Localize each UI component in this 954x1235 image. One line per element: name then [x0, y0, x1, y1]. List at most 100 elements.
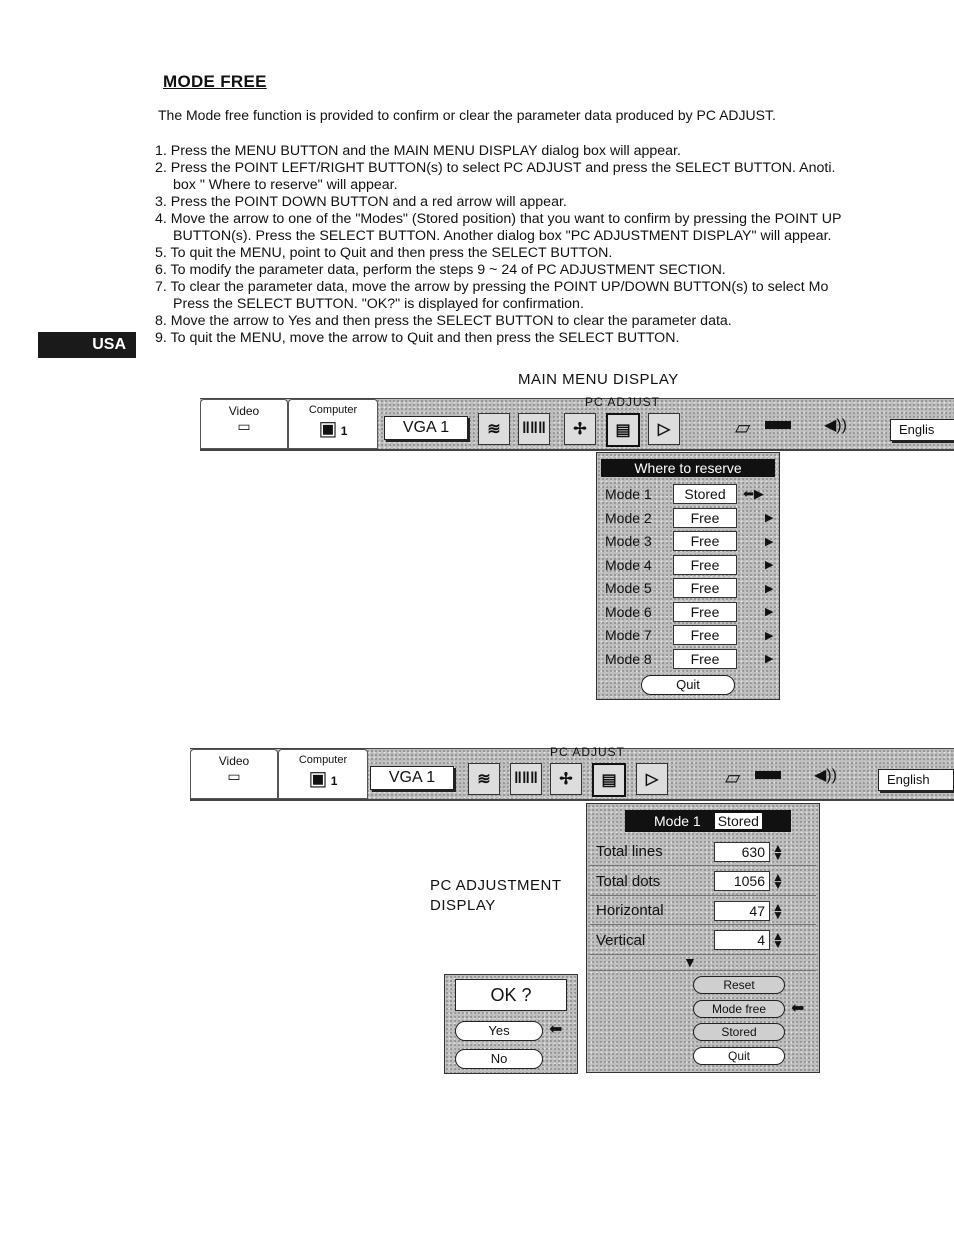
mode-label: Mode 1 — [605, 486, 652, 502]
param-row[interactable]: Vertical 4 ▲ ▼ — [590, 927, 816, 955]
step-item: 6. To modify the parameter data, perform… — [155, 262, 726, 278]
screen-icon[interactable]: ▱ — [725, 765, 740, 790]
source-display[interactable]: VGA 1 — [384, 416, 468, 440]
step-item-continuation: BUTTON(s). Press the SELECT BUTTON. Anot… — [173, 228, 832, 244]
chevron-right-icon: ▶ — [765, 582, 774, 595]
tab-computer[interactable]: Computer ▣ 1 — [288, 399, 378, 449]
mode-row[interactable]: Mode 5 Free ▶ — [601, 577, 775, 599]
pc-adjustment-caption: PC ADJUSTMENT DISPLAY — [430, 876, 562, 916]
main-menu-caption: MAIN MENU DISPLAY — [518, 371, 679, 388]
mode-row[interactable]: Mode 6 Free ▶ — [601, 601, 775, 623]
mode-row[interactable]: Mode 7 Free ▶ — [601, 624, 775, 646]
chevron-right-icon: ▶ — [765, 606, 774, 618]
tab-video[interactable]: Video ▭ — [200, 399, 288, 449]
mode-label: Mode 7 — [605, 627, 652, 643]
keystone-icon[interactable]: ▷ — [648, 413, 680, 445]
mode-value: Free — [673, 648, 737, 669]
yes-button[interactable]: Yes — [455, 1021, 543, 1041]
position-icon[interactable]: ✢ — [550, 763, 582, 795]
quit-button[interactable]: Quit — [641, 675, 735, 695]
step-item: 5. To quit the MENU, point to Quit and t… — [155, 245, 613, 261]
selection-arrow-icon: ⬅ — [791, 999, 805, 1017]
language-display[interactable]: English — [878, 769, 954, 791]
scroll-down-icon[interactable]: ▼ — [683, 954, 697, 970]
param-row[interactable]: Horizontal 47 ▲ ▼ — [590, 897, 816, 925]
pc-adjustment-panel: Mode 1 Stored Total lines 630 ▲ ▼ Total dots… — [586, 803, 820, 1073]
quit-button[interactable]: Quit — [693, 1046, 785, 1065]
bars-icon[interactable]: ‖‖‖ — [518, 413, 550, 445]
speaker-icon[interactable]: ◀)) — [824, 415, 847, 435]
video-deck-icon: ▭ — [227, 768, 241, 784]
reset-button[interactable]: Reset — [693, 976, 785, 994]
tab-video-label: Video — [228, 404, 260, 418]
param-value: 4 — [714, 930, 770, 950]
param-row[interactable]: Total lines 630 ▲ ▼ — [590, 838, 816, 866]
mode-free-button[interactable]: Mode free — [693, 999, 785, 1018]
video-deck-icon: ▭ — [237, 418, 251, 434]
mode-header: Mode 1 Stored — [625, 810, 791, 832]
caption-line-2: DISPLAY — [430, 897, 496, 914]
section-title: MODE FREE — [163, 72, 267, 91]
param-value: 630 — [714, 841, 770, 862]
speaker-icon[interactable]: ◀)) — [814, 765, 837, 785]
mode-label: Mode 2 — [605, 509, 652, 526]
tab-computer[interactable]: Computer ▣ 1 — [278, 749, 368, 799]
param-value: 47 — [714, 900, 770, 921]
mode-label: Mode 3 — [605, 533, 652, 549]
chevron-right-icon: ▶ — [765, 559, 774, 571]
param-label: Vertical — [596, 931, 646, 949]
projector-icon[interactable] — [765, 421, 791, 429]
pc-adjust-icon[interactable]: ▤ — [606, 413, 640, 447]
mode-value: Free — [673, 625, 737, 645]
mode-value: Free — [673, 554, 737, 575]
wave-icon[interactable]: ≋ — [478, 413, 510, 445]
up-down-arrow-icon[interactable]: ▲ ▼ — [772, 901, 784, 921]
step-item: 2. Press the POINT LEFT/RIGHT BUTTON(s) … — [155, 160, 836, 176]
usa-label: USA — [92, 336, 126, 353]
mode-label: Mode 4 — [605, 556, 652, 573]
up-down-arrow-icon[interactable]: ▲ ▼ — [772, 871, 784, 891]
pc-adjust-menu-bar: Video ▭ Computer ▣ 1 PC ADJUST VGA 1 ≋ ‖… — [190, 745, 954, 801]
projector-icon[interactable] — [755, 771, 781, 779]
mode-row[interactable]: Mode 3 Free ▶ — [601, 530, 775, 552]
screen-icon[interactable]: ▱ — [735, 415, 750, 440]
chevron-right-icon: ▶ — [765, 653, 774, 665]
mode-label: Mode 5 — [605, 580, 652, 596]
pc-adjust-group-label: PC ADJUST — [550, 745, 626, 759]
mode-value: Stored — [673, 484, 737, 504]
wave-icon[interactable]: ≋ — [468, 763, 500, 795]
up-down-arrow-icon[interactable]: ▲ ▼ — [772, 930, 784, 950]
tab-computer-label: Computer — [298, 754, 348, 766]
mode-row[interactable]: Mode 4 Free ▶ — [601, 554, 775, 576]
mode-value: Free — [673, 531, 737, 551]
up-down-arrow-icon[interactable]: ▲ ▼ — [772, 842, 784, 862]
caption-line-1: PC ADJUSTMENT — [430, 877, 562, 894]
tab-video[interactable]: Video ▭ — [190, 749, 278, 799]
chevron-right-icon: ▶ — [765, 629, 774, 642]
chevron-right-icon: ▶ — [765, 512, 774, 524]
tab-video-label: Video — [218, 754, 250, 768]
mode-row[interactable]: Mode 2 Free ▶ — [601, 507, 775, 529]
mode-row[interactable]: Mode 8 Free ▶ — [601, 648, 775, 670]
param-row[interactable]: Total dots 1056 ▲ ▼ — [590, 868, 816, 896]
source-display[interactable]: VGA 1 — [370, 766, 454, 790]
param-value: 1056 — [714, 871, 770, 891]
pc-adjust-icon[interactable]: ▤ — [592, 763, 626, 797]
confirm-dialog: OK ? Yes ⬅ No — [444, 974, 578, 1074]
language-display[interactable]: Englis — [890, 419, 954, 441]
step-item: 7. To clear the parameter data, move the… — [155, 279, 829, 295]
main-menu-bar: Video ▭ Computer ▣ 1 PC ADJUST VGA 1 ≋ ‖… — [200, 395, 954, 451]
mode-row[interactable]: Mode 1 Stored ⬅▶ — [601, 483, 775, 505]
where-to-reserve-header: Where to reserve — [601, 459, 775, 477]
keystone-icon[interactable]: ▷ — [636, 763, 668, 795]
stored-button[interactable]: Stored — [693, 1023, 785, 1041]
param-label: Horizontal — [596, 902, 664, 919]
mode-label: Mode 1 — [654, 813, 701, 829]
tab-computer-label: Computer — [308, 404, 358, 416]
position-icon[interactable]: ✢ — [564, 413, 596, 445]
bars-icon[interactable]: ‖‖‖ — [510, 763, 542, 795]
selection-arrow-icon: ⬅▶ — [743, 486, 764, 501]
mode-label: Mode 6 — [605, 603, 652, 620]
step-item: 8. Move the arrow to Yes and then press … — [155, 313, 732, 329]
no-button[interactable]: No — [455, 1049, 543, 1069]
